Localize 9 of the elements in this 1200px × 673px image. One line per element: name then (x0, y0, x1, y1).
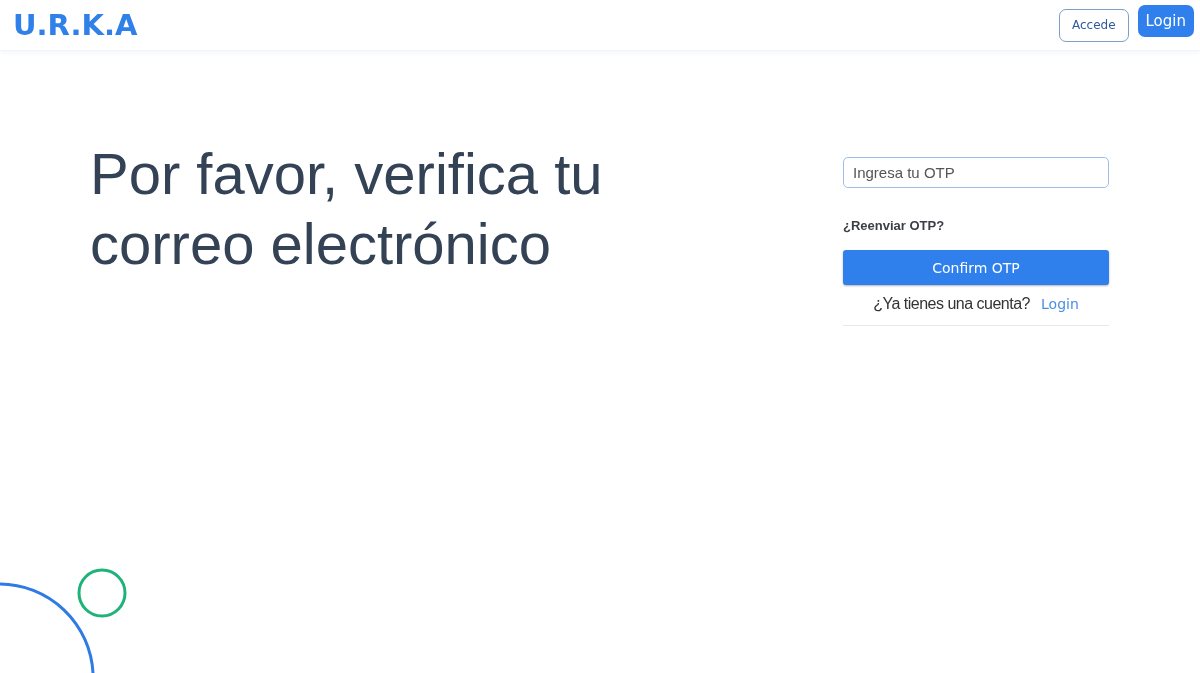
login-button[interactable]: Login (1137, 5, 1194, 37)
resend-otp-link[interactable]: ¿Reenviar OTP? (843, 218, 945, 233)
confirm-otp-button[interactable]: Confirm OTP (843, 250, 1109, 285)
access-button[interactable]: Accede (1058, 8, 1129, 42)
page-heading: Por favor, verifica tu correo electrónico (90, 140, 604, 278)
logo: U.R.K.A (13, 8, 138, 42)
account-prompt: ¿Ya tienes una cuenta? (873, 295, 1030, 313)
login-link[interactable]: Login (1041, 296, 1079, 312)
otp-input-field[interactable]: Ingresa tu OTP (843, 157, 1109, 188)
